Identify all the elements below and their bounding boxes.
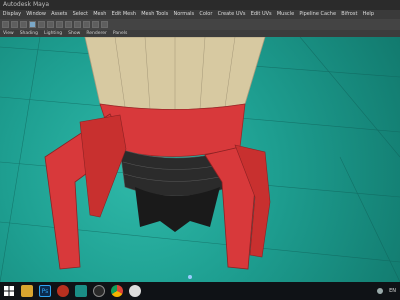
panel-menu-shading[interactable]: Shading [17, 30, 41, 37]
menu-select[interactable]: Select [70, 10, 91, 19]
menu-muscle[interactable]: Muscle [274, 10, 297, 19]
scale-tool-icon[interactable] [47, 21, 54, 28]
menu-normals[interactable]: Normals [171, 10, 197, 19]
maya-icon[interactable] [75, 285, 87, 297]
ipr-render-icon[interactable] [92, 21, 99, 28]
menu-edit-uvs[interactable]: Edit UVs [248, 10, 274, 19]
photoshop-icon[interactable]: Ps [39, 285, 51, 297]
snap-point-icon[interactable] [74, 21, 81, 28]
render-settings-icon[interactable] [101, 21, 108, 28]
snap-curve-icon[interactable] [65, 21, 72, 28]
panel-menu-show[interactable]: Show [65, 30, 83, 37]
panel-menu-lighting[interactable]: Lighting [41, 30, 65, 37]
main-menu-bar: Display Window Assets Select Mesh Edit M… [0, 10, 400, 19]
windows-logo-icon [4, 286, 14, 296]
folder-icon[interactable] [21, 285, 33, 297]
lasso-tool-icon[interactable] [11, 21, 18, 28]
rotate-tool-icon[interactable] [38, 21, 45, 28]
language-indicator[interactable]: EN [389, 288, 396, 294]
menu-help[interactable]: Help [360, 10, 377, 19]
menu-mesh-tools[interactable]: Mesh Tools [139, 10, 171, 19]
menu-display[interactable]: Display [0, 10, 24, 19]
left-fin-inner [79, 114, 127, 218]
menu-window[interactable]: Window [24, 10, 49, 19]
viewport-scene [0, 37, 400, 282]
app-icon[interactable] [129, 285, 141, 297]
panel-menu-bar: View Shading Lighting Show Renderer Pane… [0, 30, 400, 37]
media-icon[interactable] [57, 285, 69, 297]
obs-icon[interactable] [93, 285, 105, 297]
paint-tool-icon[interactable] [20, 21, 27, 28]
menu-color[interactable]: Color [197, 10, 215, 19]
render-icon[interactable] [83, 21, 90, 28]
panel-menu-renderer[interactable]: Renderer [83, 30, 110, 37]
system-tray: EN [377, 282, 396, 300]
menu-pipeline-cache[interactable]: Pipeline Cache [297, 10, 339, 19]
window-title: Autodesk Maya [3, 1, 50, 8]
toolbar [0, 19, 400, 30]
panel-menu-panels[interactable]: Panels [110, 30, 130, 37]
menu-assets[interactable]: Assets [49, 10, 70, 19]
network-icon[interactable] [377, 288, 384, 294]
menu-bifrost[interactable]: Bifrost [339, 10, 360, 19]
menu-edit-mesh[interactable]: Edit Mesh [109, 10, 139, 19]
3d-viewport[interactable] [0, 37, 400, 282]
select-tool-icon[interactable] [2, 21, 9, 28]
menu-mesh[interactable]: Mesh [91, 10, 109, 19]
title-bar: Autodesk Maya [0, 0, 400, 10]
chrome-icon[interactable] [111, 285, 123, 297]
move-tool-icon[interactable] [29, 21, 36, 28]
windows-start-icon[interactable] [3, 285, 15, 297]
panel-menu-view[interactable]: View [0, 30, 17, 37]
windows-taskbar: Ps EN [0, 282, 400, 300]
menu-create-uvs[interactable]: Create UVs [215, 10, 248, 19]
snap-grid-icon[interactable] [56, 21, 63, 28]
pivot-marker [188, 275, 192, 279]
